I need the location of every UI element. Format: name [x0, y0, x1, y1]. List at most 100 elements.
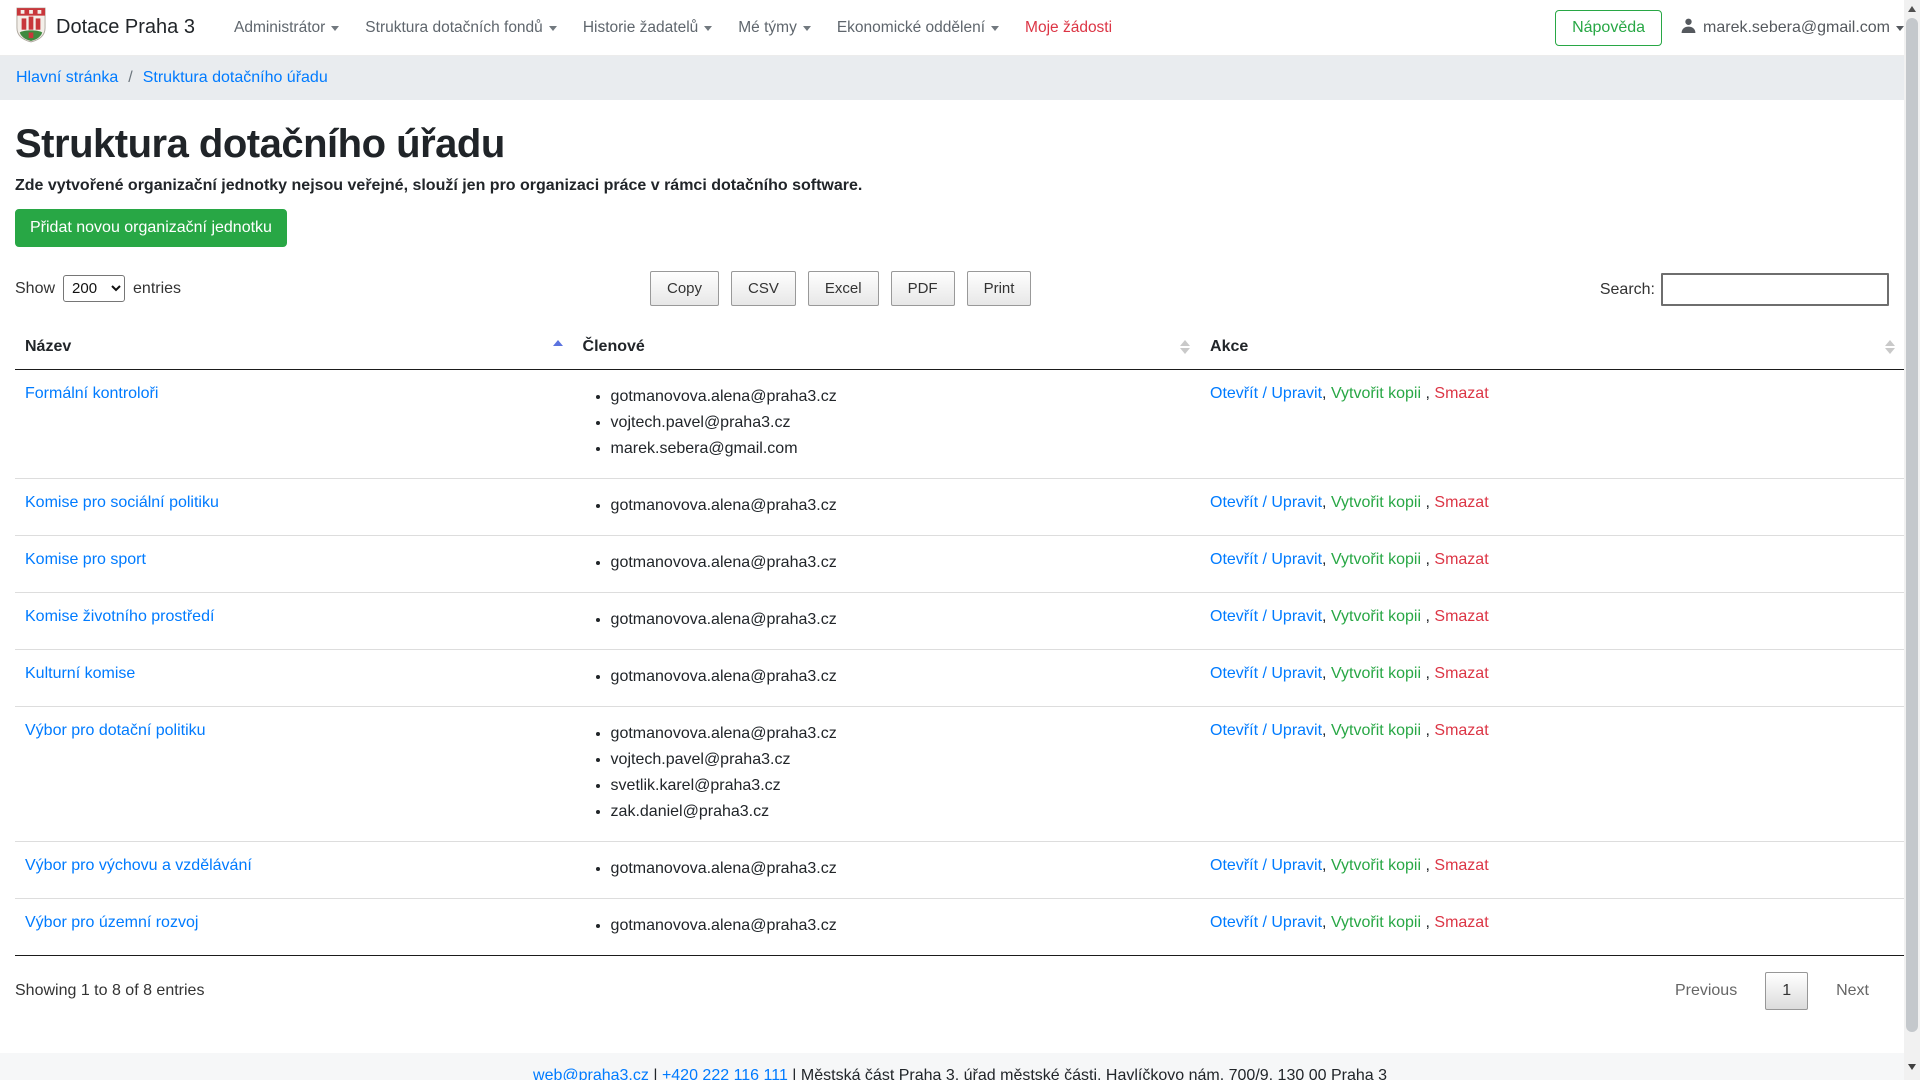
user-email: marek.sebera@gmail.com: [1703, 19, 1890, 37]
member-email: gotmanovova.alena@praha3.cz: [611, 551, 1190, 575]
open-edit-link[interactable]: Otevřít / Upravit: [1210, 665, 1322, 682]
cell-members: gotmanovova.alena@praha3.cz: [573, 899, 1200, 956]
table-row: Kulturní komise gotmanovova.alena@praha3…: [15, 650, 1905, 707]
nav-item-4[interactable]: Ekonomické oddělení: [824, 11, 1012, 45]
open-edit-link[interactable]: Otevřít / Upravit: [1210, 494, 1322, 511]
table-body: Formální kontroloři gotmanovova.alena@pr…: [15, 370, 1905, 956]
open-edit-link[interactable]: Otevřít / Upravit: [1210, 551, 1322, 568]
cell-name: Kulturní komise: [15, 650, 573, 707]
help-button[interactable]: Nápověda: [1555, 10, 1662, 46]
table-row: Komise pro sport gotmanovova.alena@praha…: [15, 536, 1905, 593]
org-unit-link[interactable]: Výbor pro výchovu a vzdělávání: [25, 857, 252, 874]
org-unit-link[interactable]: Komise pro sociální politiku: [25, 494, 219, 511]
user-icon: [1680, 17, 1697, 39]
chevron-down-icon: [549, 26, 557, 31]
member-email: vojtech.pavel@praha3.cz: [611, 411, 1190, 435]
user-menu[interactable]: marek.sebera@gmail.com: [1680, 17, 1904, 39]
cell-actions: Otevřít / Upravit, Vytvořit kopii , Smaz…: [1200, 593, 1905, 650]
cell-actions: Otevřít / Upravit, Vytvořit kopii , Smaz…: [1200, 650, 1905, 707]
members-list: gotmanovova.alena@praha3.cz: [585, 608, 1190, 632]
app-window: Dotace Praha 3 Administrátor Struktura d…: [0, 0, 1920, 1080]
create-copy-link[interactable]: Vytvořit kopii: [1331, 494, 1421, 511]
open-edit-link[interactable]: Otevřít / Upravit: [1210, 608, 1322, 625]
org-units-table: Název Členové Akce Formální kontroloři: [15, 325, 1905, 956]
member-email: marek.sebera@gmail.com: [611, 437, 1190, 461]
org-unit-link[interactable]: Komise pro sport: [25, 551, 146, 568]
export-button-copy[interactable]: Copy: [650, 271, 719, 306]
open-edit-link[interactable]: Otevřít / Upravit: [1210, 857, 1322, 874]
open-edit-link[interactable]: Otevřít / Upravit: [1210, 914, 1322, 931]
pagination-page-1-button[interactable]: 1: [1765, 972, 1808, 1010]
page-subtitle: Zde vytvořené organizační jednotky nejso…: [15, 177, 1905, 195]
cell-name: Výbor pro výchovu a vzdělávání: [15, 842, 573, 899]
export-button-pdf[interactable]: PDF: [891, 271, 955, 306]
scrollbar-up-arrow-icon[interactable]: [1908, 6, 1916, 12]
show-label: Show: [15, 280, 55, 298]
pagination-previous-button[interactable]: Previous: [1663, 973, 1749, 1009]
page-length-select[interactable]: 200: [63, 275, 125, 302]
chevron-down-icon: [803, 26, 811, 31]
delete-link[interactable]: Smazat: [1434, 385, 1488, 402]
delete-link[interactable]: Smazat: [1434, 494, 1488, 511]
export-button-csv[interactable]: CSV: [731, 271, 796, 306]
create-copy-link[interactable]: Vytvořit kopii: [1331, 551, 1421, 568]
create-copy-link[interactable]: Vytvořit kopii: [1331, 608, 1421, 625]
org-unit-link[interactable]: Výbor pro dotační politiku: [25, 722, 206, 739]
open-edit-link[interactable]: Otevřít / Upravit: [1210, 385, 1322, 402]
open-edit-link[interactable]: Otevřít / Upravit: [1210, 722, 1322, 739]
column-header-akce[interactable]: Akce: [1200, 325, 1905, 370]
vertical-scrollbar[interactable]: [1904, 0, 1920, 1080]
add-org-unit-button[interactable]: Přidat novou organizační jednotku: [15, 209, 287, 247]
member-email: gotmanovova.alena@praha3.cz: [611, 722, 1190, 746]
nav-item-1[interactable]: Struktura dotačních fondů: [352, 11, 570, 45]
member-email: vojtech.pavel@praha3.cz: [611, 748, 1190, 772]
members-list: gotmanovova.alena@praha3.cz: [585, 857, 1190, 881]
brand-home-link[interactable]: Dotace Praha 3: [16, 7, 195, 48]
footer-phone-link[interactable]: +420 222 116 111: [662, 1067, 788, 1080]
org-unit-link[interactable]: Kulturní komise: [25, 665, 135, 682]
site-footer: web@praha3.cz | +420 222 116 111 | Městs…: [0, 1053, 1920, 1080]
export-button-excel[interactable]: Excel: [808, 271, 879, 306]
cell-name: Formální kontroloři: [15, 370, 573, 479]
footer-email-link[interactable]: web@praha3.cz: [533, 1067, 649, 1080]
delete-link[interactable]: Smazat: [1434, 722, 1488, 739]
entries-label: entries: [133, 280, 181, 298]
breadcrumb-home-link[interactable]: Hlavní stránka: [16, 69, 118, 87]
scrollbar-thumb[interactable]: [1906, 18, 1918, 1032]
delete-link[interactable]: Smazat: [1434, 857, 1488, 874]
column-header-clenove[interactable]: Členové: [573, 325, 1200, 370]
export-button-print[interactable]: Print: [967, 271, 1032, 306]
org-unit-link[interactable]: Komise životního prostředí: [25, 608, 214, 625]
cell-members: gotmanovova.alena@praha3.cz: [573, 593, 1200, 650]
nav-item-0[interactable]: Administrátor: [221, 11, 352, 45]
org-unit-link[interactable]: Formální kontroloři: [25, 385, 158, 402]
delete-link[interactable]: Smazat: [1434, 551, 1488, 568]
cell-actions: Otevřít / Upravit, Vytvořit kopii , Smaz…: [1200, 536, 1905, 593]
search-input[interactable]: [1661, 273, 1889, 306]
create-copy-link[interactable]: Vytvořit kopii: [1331, 857, 1421, 874]
org-unit-link[interactable]: Výbor pro územní rozvoj: [25, 914, 198, 931]
members-list: gotmanovova.alena@praha3.cz: [585, 551, 1190, 575]
column-header-nazev[interactable]: Název: [15, 325, 573, 370]
cell-name: Výbor pro územní rozvoj: [15, 899, 573, 956]
nav-item-2[interactable]: Historie žadatelů: [570, 11, 725, 45]
cell-name: Komise pro sport: [15, 536, 573, 593]
brand-title: Dotace Praha 3: [56, 16, 195, 39]
delete-link[interactable]: Smazat: [1434, 914, 1488, 931]
pagination-next-button[interactable]: Next: [1824, 973, 1881, 1009]
create-copy-link[interactable]: Vytvořit kopii: [1331, 385, 1421, 402]
pagination: Previous 1 Next: [1663, 972, 1881, 1010]
delete-link[interactable]: Smazat: [1434, 608, 1488, 625]
cell-actions: Otevřít / Upravit, Vytvořit kopii , Smaz…: [1200, 842, 1905, 899]
create-copy-link[interactable]: Vytvořit kopii: [1331, 722, 1421, 739]
scrollbar-down-arrow-icon[interactable]: [1908, 1064, 1916, 1070]
create-copy-link[interactable]: Vytvořit kopii: [1331, 914, 1421, 931]
breadcrumb-current-link[interactable]: Struktura dotačního úřadu: [143, 69, 328, 87]
praha3-coat-of-arms-icon: [16, 7, 46, 48]
table-controls: Show 200 entries Copy CSV Excel PDF Prin…: [15, 271, 1905, 311]
create-copy-link[interactable]: Vytvořit kopii: [1331, 665, 1421, 682]
delete-link[interactable]: Smazat: [1434, 665, 1488, 682]
cell-name: Komise životního prostředí: [15, 593, 573, 650]
nav-item-3[interactable]: Mé týmy: [725, 11, 824, 45]
nav-item-5[interactable]: Moje žádosti: [1012, 11, 1125, 45]
